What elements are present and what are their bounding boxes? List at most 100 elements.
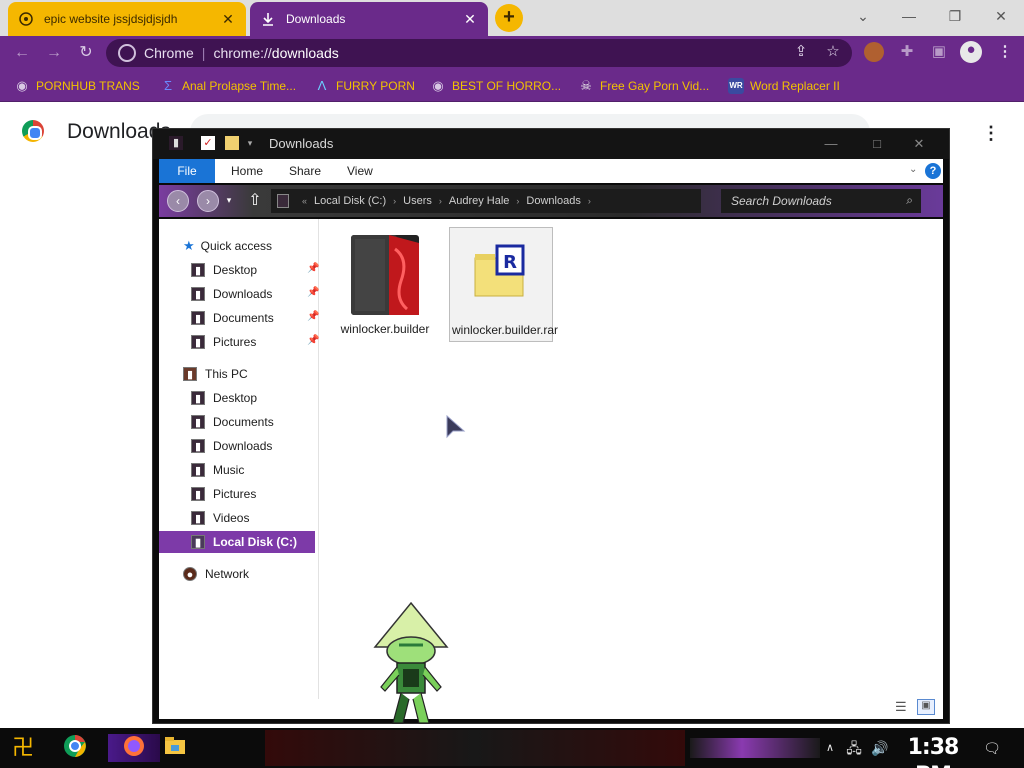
nav-pc-downloads[interactable]: ▮ Downloads	[191, 435, 272, 457]
recent-locations-icon[interactable]: ▾	[223, 190, 235, 212]
drive-icon: ▮	[191, 535, 205, 549]
chrome-menu-icon[interactable]: ⋮	[996, 43, 1014, 61]
close-window-button[interactable]: ✕	[986, 4, 1016, 28]
back-button[interactable]: ‹	[167, 190, 189, 212]
large-icons-view-icon[interactable]: ▣	[917, 699, 935, 715]
extensions-puzzle-icon[interactable]: ✚	[898, 43, 916, 61]
file-item[interactable]: winlocker.builder	[333, 227, 437, 340]
breadcrumb-users[interactable]: Users	[403, 195, 432, 207]
nav-quick-documents[interactable]: ▮ Documents 📌	[191, 307, 319, 329]
chrome-site-icon	[118, 44, 136, 62]
breadcrumb-overflow-icon[interactable]: «	[302, 196, 307, 206]
pictures-folder-icon: ▮	[191, 487, 205, 501]
breadcrumb-separator-icon[interactable]: ›	[516, 196, 519, 206]
bookmark-item[interactable]: ☠ Free Gay Porn Vid...	[578, 77, 709, 95]
browser-toolbar: ← → ↻ Chrome | chrome://downloads ⇪ ☆ ✚ …	[0, 36, 1024, 70]
side-panel-icon[interactable]: ▣	[930, 43, 948, 61]
bookmark-item[interactable]: ◉ BEST OF HORRO...	[430, 77, 561, 95]
file-item-selected[interactable]: R winlocker.builder.rar	[449, 227, 558, 342]
minimize-button[interactable]: —	[894, 4, 924, 28]
downloads-folder-icon: ▮	[191, 439, 205, 453]
back-arrow-icon[interactable]: ←	[12, 43, 32, 63]
properties-icon[interactable]: ✓	[201, 136, 215, 150]
volume-icon[interactable]: 🔊	[870, 738, 890, 758]
nav-this-pc[interactable]: ▮ This PC	[183, 363, 248, 385]
nav-pc-music[interactable]: ▮ Music	[191, 459, 244, 481]
bookmark-item[interactable]: ◉ PORNHUB TRANS	[14, 77, 139, 95]
nav-network[interactable]: ● Network	[183, 563, 249, 585]
tray-expand-icon[interactable]: ∧	[824, 738, 836, 758]
extension-avatar-icon[interactable]	[864, 42, 884, 62]
reload-icon[interactable]: ↻	[76, 43, 96, 63]
pin-icon[interactable]: 📌	[307, 287, 319, 298]
bookmark-item[interactable]: Σ Anal Prolapse Time...	[160, 77, 296, 95]
breadcrumb-separator-icon[interactable]: ›	[439, 196, 442, 206]
network-icon: ●	[183, 567, 197, 581]
details-view-icon[interactable]: ☰	[895, 699, 907, 715]
taskbar-clock[interactable]: 1:38 PM	[898, 734, 968, 768]
help-icon[interactable]: ?	[925, 163, 941, 179]
restore-button[interactable]: ❐	[940, 4, 970, 28]
tab-search-icon[interactable]: ⌄	[848, 4, 878, 28]
address-bar[interactable]: Chrome | chrome://downloads	[106, 39, 852, 67]
new-tab-button[interactable]: +	[495, 4, 523, 32]
breadcrumb-separator-icon[interactable]: ›	[588, 196, 591, 206]
taskbar-accent	[690, 738, 820, 758]
network-tray-icon[interactable]: 🖧	[844, 738, 864, 758]
documents-folder-icon: ▮	[191, 415, 205, 429]
breadcrumb-local-disk[interactable]: Local Disk (C:)	[314, 195, 386, 207]
forward-arrow-icon[interactable]: →	[44, 43, 64, 63]
nav-pc-documents[interactable]: ▮ Documents	[191, 411, 274, 433]
breadcrumb-audrey-hale[interactable]: Audrey Hale	[449, 195, 510, 207]
ribbon-tab-view[interactable]: View	[335, 159, 385, 183]
ribbon-tab-share[interactable]: Share	[277, 159, 333, 183]
nav-label: Downloads	[213, 439, 273, 453]
bookmark-item[interactable]: Λ FURRY PORN	[314, 77, 415, 95]
pin-icon[interactable]: 📌	[307, 335, 319, 346]
explorer-search-input[interactable]: Search Downloads ⌕	[721, 189, 921, 213]
firefox-icon[interactable]	[108, 734, 160, 762]
start-menu-icon[interactable]: 卍	[8, 734, 38, 762]
pin-icon[interactable]: 📌	[307, 263, 319, 274]
new-folder-icon[interactable]: ▬	[225, 136, 239, 150]
nav-pc-videos[interactable]: ▮ Videos	[191, 507, 249, 529]
nav-quick-downloads[interactable]: ▮ Downloads 📌	[191, 283, 319, 305]
share-icon[interactable]: ⇪	[792, 43, 810, 61]
forward-button[interactable]: ›	[197, 190, 219, 212]
ribbon-tab-file[interactable]: File	[159, 159, 215, 183]
bookmark-item[interactable]: WR Word Replacer II	[728, 77, 840, 95]
pin-icon[interactable]: 📌	[307, 311, 319, 322]
explorer-maximize-button[interactable]: □	[863, 135, 891, 153]
chrome-icon[interactable]	[60, 734, 90, 762]
file-explorer-icon[interactable]	[160, 734, 190, 762]
nav-quick-pictures[interactable]: ▮ Pictures 📌	[191, 331, 319, 353]
search-icon[interactable]: ⌕	[906, 193, 913, 208]
explorer-close-button[interactable]: ✕	[905, 135, 933, 153]
breadcrumb-separator-icon[interactable]: ›	[393, 196, 396, 206]
bookmark-star-icon[interactable]: ☆	[824, 43, 842, 61]
tab-epic-website[interactable]: epic website jssjdsjdjsjdh ✕	[8, 2, 246, 36]
profile-avatar-icon[interactable]: ●	[960, 41, 982, 63]
notification-icon[interactable]: 🗨	[982, 738, 1002, 758]
up-folder-icon[interactable]: ⇧	[247, 191, 263, 211]
nav-label: Desktop	[213, 263, 258, 277]
nav-label: This PC	[205, 367, 248, 381]
explorer-minimize-button[interactable]: —	[817, 135, 845, 153]
more-actions-icon[interactable]: ⋮	[982, 122, 1000, 144]
ribbon-expand-icon[interactable]: ⌄	[909, 164, 917, 175]
nav-local-disk[interactable]: ▮ Local Disk (C:)	[159, 531, 315, 553]
globe-icon: ◉	[432, 78, 444, 93]
ribbon-tab-home[interactable]: Home	[219, 159, 275, 183]
nav-quick-access[interactable]: ★ Quick access	[183, 235, 272, 257]
explorer-address-bar[interactable]: « Local Disk (C:) › Users › Audrey Hale …	[271, 189, 701, 213]
nav-pc-pictures[interactable]: ▮ Pictures	[191, 483, 256, 505]
nav-label: Local Disk (C:)	[213, 535, 298, 549]
tab-downloads[interactable]: Downloads ✕	[250, 2, 488, 36]
nav-label: Downloads	[213, 287, 273, 301]
breadcrumb-downloads[interactable]: Downloads	[526, 195, 580, 207]
close-tab-icon[interactable]: ✕	[220, 11, 236, 27]
nav-pc-desktop[interactable]: ▮ Desktop	[191, 387, 257, 409]
nav-quick-desktop[interactable]: ▮ Desktop 📌	[191, 259, 319, 281]
close-tab-icon[interactable]: ✕	[462, 11, 478, 27]
qat-dropdown-icon[interactable]: ▾	[243, 136, 257, 150]
